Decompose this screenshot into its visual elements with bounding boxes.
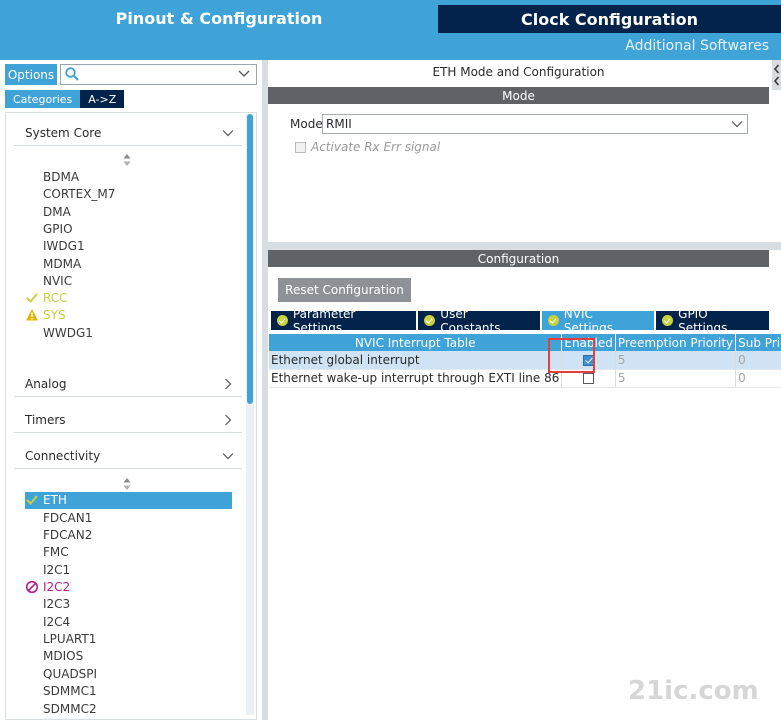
section-header-mode: Mode — [268, 87, 769, 104]
section-header-configuration: Configuration — [268, 250, 769, 267]
reset-configuration-button[interactable]: Reset Configuration — [278, 278, 411, 302]
list-item-lpuart1[interactable]: LPUART1 — [43, 631, 96, 648]
preemption-priority-cell[interactable]: 5 — [615, 351, 737, 370]
interrupt-name: Ethernet global interrupt — [269, 351, 563, 370]
list-item-nvic[interactable]: NVIC — [43, 273, 72, 290]
list-item-bdma[interactable]: BDMA — [43, 169, 79, 186]
list-item-gpio[interactable]: GPIO — [43, 221, 73, 238]
category-list: System Core BDMA CORTEX_M7 DMA GPIO IWDG… — [5, 112, 257, 720]
check-circle-icon — [547, 315, 559, 326]
tab-nvic-settings[interactable]: NVIC Settings — [541, 307, 655, 335]
list-item-sys[interactable]: SYS — [43, 307, 66, 324]
nvic-interrupt-table: NVIC Interrupt Table Enabled Preemption … — [269, 334, 781, 388]
list-item-mdma[interactable]: MDMA — [43, 256, 81, 273]
tab-pinout-configuration[interactable]: Pinout & Configuration — [0, 0, 438, 37]
tab-user-constants[interactable]: User Constants — [418, 307, 540, 335]
watermark: 21ic.com — [628, 676, 759, 706]
category-label: Timers — [25, 412, 66, 427]
panel-title: ETH Mode and Configuration — [432, 65, 605, 79]
category-timers[interactable]: Timers — [14, 407, 242, 433]
list-item-i2c4[interactable]: I2C4 — [43, 614, 70, 631]
category-connectivity[interactable]: Connectivity — [14, 443, 242, 469]
rx-err-label: Activate Rx Err signal — [311, 140, 441, 154]
category-analog[interactable]: Analog — [14, 371, 242, 397]
mode-select[interactable]: RMII — [322, 114, 748, 134]
tab-label: NVIC Settings — [563, 306, 614, 335]
tab-label: GPIO Settings — [678, 306, 728, 335]
rx-err-checkbox[interactable] — [295, 142, 306, 153]
configuration-panel: Configuration Reset Configuration Parame… — [268, 250, 781, 720]
tab-categories[interactable]: Categories — [5, 90, 81, 108]
chevron-down-icon[interactable] — [237, 67, 251, 81]
mode-label: Mode — [290, 117, 323, 131]
checkmark-icon — [26, 495, 38, 505]
list-item-quadspi[interactable]: QUADSPI — [43, 666, 97, 683]
sort-icon[interactable] — [122, 477, 132, 491]
additional-softwares-link[interactable]: Additional Softwares — [625, 38, 769, 54]
chevron-down-icon — [222, 452, 234, 459]
tab-clock-configuration[interactable]: Clock Configuration — [438, 5, 781, 33]
options-button[interactable]: Options — [5, 64, 57, 85]
list-item-cortex-m7[interactable]: CORTEX_M7 — [43, 186, 115, 203]
category-tabs: Categories A->Z — [5, 90, 125, 108]
search-icon — [65, 67, 79, 81]
annotation-highlight-box — [548, 338, 595, 373]
category-label: System Core — [25, 125, 102, 140]
column-header-interrupt[interactable]: NVIC Interrupt Table — [269, 334, 563, 351]
list-item-eth[interactable]: ETH — [43, 492, 67, 509]
warning-icon — [26, 309, 38, 321]
list-item-wwdg1[interactable]: WWDG1 — [43, 325, 93, 342]
scrollbar[interactable] — [246, 114, 254, 715]
list-item-fdcan2[interactable]: FDCAN2 — [43, 527, 92, 544]
mode-panel: ETH Mode and Configuration Mode Mode RMI… — [268, 60, 769, 242]
scrollbar-thumb[interactable] — [247, 114, 253, 404]
chevron-right-icon — [225, 378, 232, 389]
list-item-dma[interactable]: DMA — [43, 204, 71, 221]
list-item-sdmmc1[interactable]: SDMMC1 — [43, 683, 97, 700]
left-panel: Options Categories A->Z System Core BDMA… — [0, 60, 262, 720]
chevron-right-icon — [225, 414, 232, 425]
table-row[interactable]: Ethernet global interrupt 5 0 — [269, 351, 781, 370]
chevron-down-icon — [222, 129, 234, 136]
chevron-down-icon — [731, 121, 743, 128]
tab-a-to-z[interactable]: A->Z — [80, 90, 125, 108]
check-circle-icon — [662, 315, 674, 326]
category-system-core[interactable]: System Core — [14, 120, 242, 146]
list-item-iwdg1[interactable]: IWDG1 — [43, 238, 85, 255]
panel-splitter-horizontal[interactable] — [268, 242, 781, 250]
list-item-rcc[interactable]: RCC — [43, 290, 68, 307]
tab-gpio-settings[interactable]: GPIO Settings — [656, 307, 769, 335]
list-item-mdios[interactable]: MDIOS — [43, 648, 83, 665]
sub-priority-cell[interactable]: 0 — [735, 351, 781, 370]
top-bar: Pinout & Configuration Clock Configurati… — [0, 0, 781, 60]
sort-icon[interactable] — [122, 153, 132, 167]
column-header-sub-priority[interactable]: Sub Priority — [735, 334, 781, 351]
tab-parameter-settings[interactable]: Parameter Settings — [271, 307, 417, 335]
tab-label: User Constants — [440, 306, 501, 335]
configuration-tabs: Parameter Settings User Constants NVIC S… — [271, 307, 769, 335]
enabled-checkbox[interactable] — [583, 373, 595, 384]
list-item-i2c2[interactable]: I2C2 — [43, 579, 70, 596]
list-item-fdcan1[interactable]: FDCAN1 — [43, 510, 92, 527]
prohibited-icon — [25, 580, 39, 594]
category-label: Connectivity — [25, 448, 101, 463]
column-header-preemption[interactable]: Preemption Priority — [615, 334, 737, 351]
list-item-sdmmc2[interactable]: SDMMC2 — [43, 701, 97, 718]
check-circle-icon — [277, 315, 288, 326]
check-circle-icon — [424, 315, 436, 326]
search-input[interactable] — [60, 64, 257, 85]
mode-value: RMII — [326, 117, 352, 131]
list-item-i2c1[interactable]: I2C1 — [43, 562, 70, 579]
category-label: Analog — [25, 376, 67, 391]
preemption-priority-cell[interactable]: 5 — [615, 369, 737, 388]
list-item-fmc[interactable]: FMC — [43, 544, 69, 561]
list-item-i2c3[interactable]: I2C3 — [43, 596, 70, 613]
interrupt-name: Ethernet wake-up interrupt through EXTI … — [269, 369, 563, 388]
collapse-handle-icon[interactable] — [772, 60, 781, 90]
sub-priority-cell[interactable]: 0 — [735, 369, 781, 388]
checkmark-icon — [26, 293, 38, 303]
table-row[interactable]: Ethernet wake-up interrupt through EXTI … — [269, 369, 781, 388]
tab-label: Parameter Settings — [292, 306, 356, 335]
table-header-row: NVIC Interrupt Table Enabled Preemption … — [269, 334, 781, 351]
